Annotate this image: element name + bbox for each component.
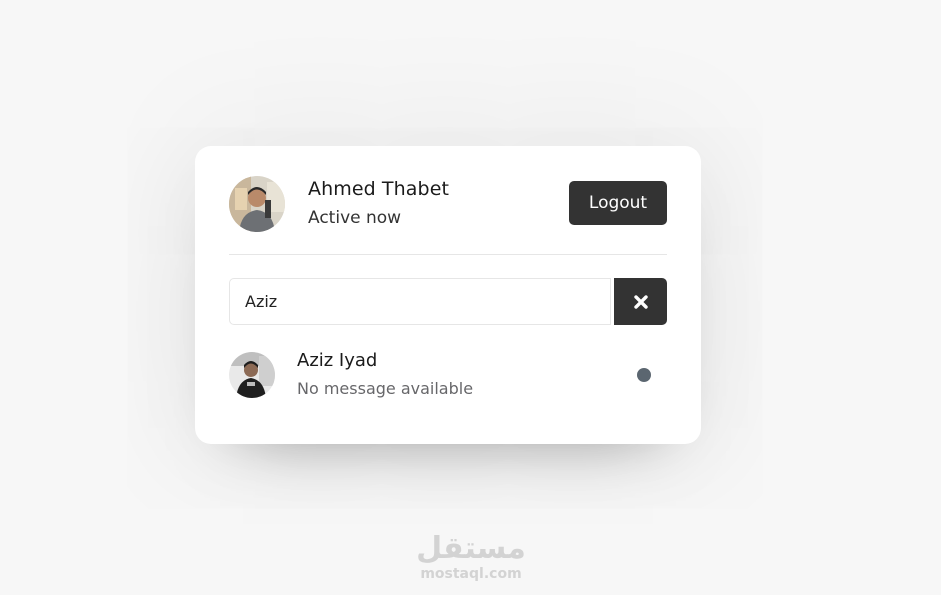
header-divider: [229, 254, 667, 255]
watermark-logo: مستقل: [416, 531, 526, 566]
chat-avatar: [229, 352, 275, 398]
user-avatar-photo-icon: [229, 176, 285, 232]
logout-button[interactable]: Logout: [569, 181, 667, 225]
close-icon: [633, 294, 648, 309]
watermark: مستقل mostaql.com: [412, 531, 530, 583]
watermark-url: mostaql.com: [420, 566, 522, 582]
chat-last-message: No message available: [297, 379, 474, 398]
profile-avatar: [229, 176, 285, 232]
search-input[interactable]: [229, 278, 611, 325]
chat-users-card: Ahmed Thabet Active now Logout Aziz Iyad: [195, 146, 701, 444]
profile-header: Ahmed Thabet Active now Logout: [229, 176, 667, 236]
user-avatar-photo-icon: [229, 352, 275, 398]
status-dot-icon: [637, 368, 651, 382]
chat-contact-name: Aziz Iyad: [297, 350, 378, 371]
profile-status: Active now: [308, 208, 402, 228]
search-clear-button[interactable]: [614, 278, 667, 325]
profile-name: Ahmed Thabet: [308, 178, 450, 200]
search-bar: [229, 278, 667, 325]
chat-list-item[interactable]: Aziz Iyad No message available: [229, 350, 667, 406]
